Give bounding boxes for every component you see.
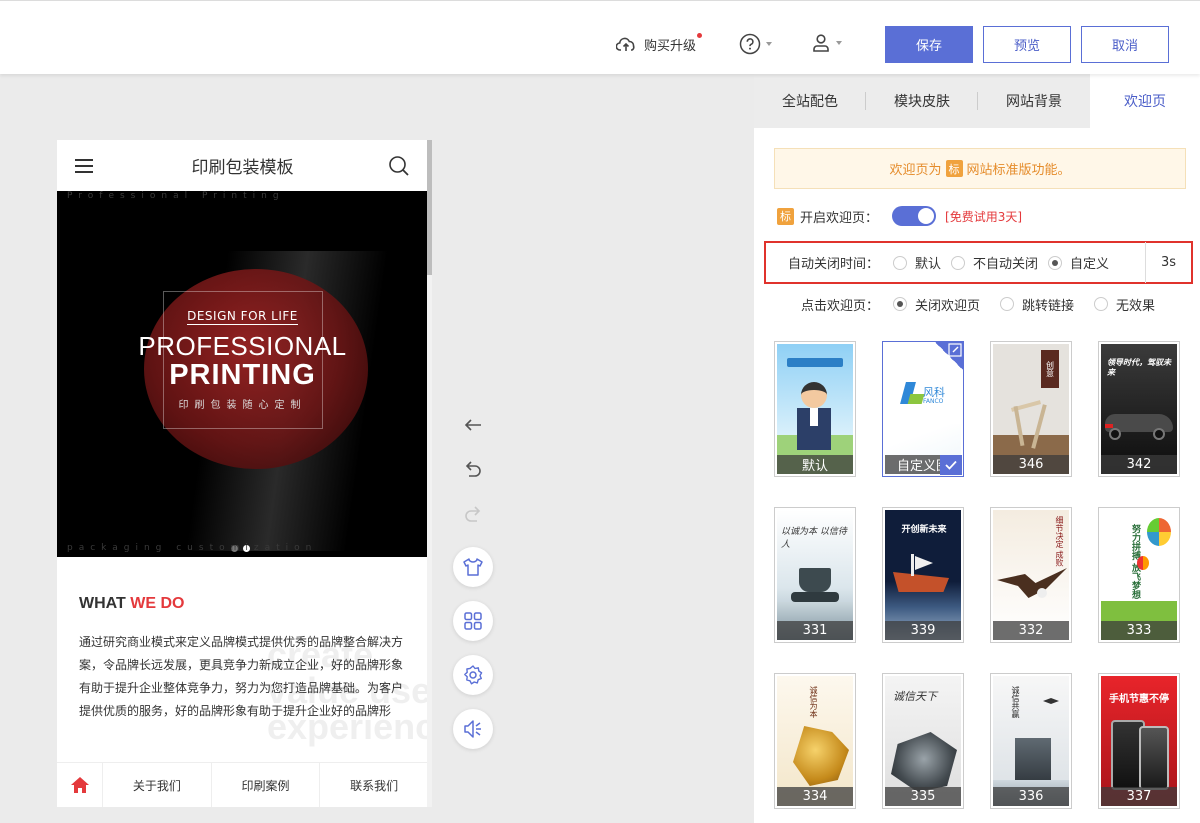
banner-line2: PROFESSIONAL — [138, 331, 347, 361]
settings-panel: 全站配色 模块皮肤 网站背景 欢迎页 欢迎页为 标 网站标准版功能。 标 开启欢… — [754, 74, 1200, 823]
tab-module-skin[interactable]: 模块皮肤 — [866, 74, 978, 128]
banner[interactable]: Professional Printing DESIGN FOR LIFE PR… — [57, 191, 428, 557]
help-menu[interactable] — [739, 33, 772, 55]
click-action-label: 点击欢迎页： — [801, 298, 880, 314]
welcome-toggle[interactable] — [892, 206, 937, 226]
check-icon — [940, 455, 962, 475]
feature-notice: 欢迎页为 标 网站标准版功能。 — [774, 148, 1186, 189]
template-caption: 346 — [993, 455, 1069, 474]
tab-site-background[interactable]: 网站背景 — [978, 74, 1090, 128]
chevron-down-icon — [836, 41, 842, 45]
template-caption: 339 — [885, 621, 961, 640]
upgrade-label: 购买升级 — [644, 38, 697, 54]
help-icon — [739, 33, 761, 55]
template-card[interactable]: 细节决定 成败 332 — [990, 507, 1072, 643]
user-menu[interactable] — [811, 33, 842, 53]
nav-contact[interactable]: 联系我们 — [320, 763, 428, 807]
radio-click-close[interactable]: 关闭欢迎页 — [893, 295, 980, 314]
standard-badge-icon: 标 — [777, 207, 794, 225]
welcome-toggle-row: 标 开启欢迎页： [免费试用3天] — [777, 204, 1022, 228]
auto-close-label: 自动关闭时间： — [788, 257, 880, 272]
preview-button[interactable]: 预览 — [983, 26, 1071, 63]
template-card[interactable]: 领导时代，驾驭未来 342 — [1098, 341, 1180, 477]
phone-bottom-nav: 关于我们 印刷案例 联系我们 — [57, 762, 428, 807]
phone-header: 印刷包装模板 — [57, 140, 428, 191]
click-action-row: 点击欢迎页： 关闭欢迎页 跳转链接 无效果 — [801, 293, 1175, 315]
search-icon[interactable] — [388, 155, 410, 177]
template-caption: 333 — [1101, 621, 1177, 640]
top-bar: 购买升级 保存 预览 取消 — [0, 0, 1200, 74]
about-heading: WHAT WE DO — [79, 595, 185, 612]
tab-site-colors[interactable]: 全站配色 — [754, 74, 866, 128]
banner-line4: 印刷包装随心定制 — [178, 400, 307, 411]
speaker-icon — [464, 720, 481, 738]
about-body: 通过研究商业模式来定义品牌模式提供优秀的品牌整合解决方案，令品牌长远发展，更具竞… — [79, 635, 404, 718]
template-card[interactable]: 诚信共赢 336 — [990, 673, 1072, 809]
template-caption: 337 — [1101, 787, 1177, 806]
template-caption: 334 — [777, 787, 853, 806]
template-caption: 332 — [993, 621, 1069, 640]
standard-badge-icon: 标 — [945, 160, 963, 177]
phone-preview: 印刷包装模板 Professional Printing DESIGN FOR … — [57, 140, 428, 807]
upgrade-button[interactable]: 购买升级 — [616, 32, 703, 56]
radio-click-none[interactable]: 无效果 — [1094, 295, 1155, 314]
save-button[interactable]: 保存 — [885, 26, 973, 63]
user-icon — [813, 34, 829, 52]
auto-close-row: 自动关闭时间： 默认 不自动关闭 自定义 3s — [764, 241, 1193, 284]
banner-strip-bottom: packaging customization — [67, 543, 318, 553]
grid-icon — [464, 612, 482, 630]
radio-close-default[interactable]: 默认 — [893, 253, 941, 272]
banner-line1: DESIGN FOR LIFE — [187, 309, 298, 325]
panel-tabs: 全站配色 模块皮肤 网站背景 欢迎页 — [754, 74, 1200, 128]
trial-link[interactable]: [免费试用3天] — [945, 208, 1022, 225]
pencil-icon — [948, 343, 962, 357]
banner-strip-top: Professional Printing — [67, 191, 285, 201]
template-card[interactable]: 以诚为本 以信待人 331 — [774, 507, 856, 643]
edit-template-button[interactable] — [934, 341, 964, 371]
radio-close-custom[interactable]: 自定义 — [1048, 253, 1109, 272]
shirt-icon — [463, 558, 483, 576]
template-card[interactable]: 努力拼搏 放飞梦想 333 — [1098, 507, 1180, 643]
template-caption: 默认 — [777, 455, 853, 474]
radio-close-never[interactable]: 不自动关闭 — [951, 253, 1038, 272]
tab-welcome-page[interactable]: 欢迎页 — [1090, 74, 1200, 128]
undo-icon[interactable] — [463, 461, 483, 479]
home-icon — [70, 777, 89, 793]
cloud-upload-icon — [616, 37, 635, 51]
gear-icon — [464, 665, 483, 685]
template-card[interactable]: 手机节惠不停 337 — [1098, 673, 1180, 809]
menu-icon[interactable] — [75, 159, 93, 177]
about-section: WHAT WE DO createvalue userexperience 通过… — [57, 557, 428, 762]
phone-title: 印刷包装模板 — [191, 158, 294, 178]
template-card[interactable]: 开创新未来 339 — [882, 507, 964, 643]
home-nav-button[interactable] — [57, 763, 103, 807]
template-card[interactable]: 默认 — [774, 341, 856, 477]
template-card-custom[interactable]: 风科 FANCO 自定义图 — [882, 341, 964, 477]
template-card[interactable]: 诚信为本 334 — [774, 673, 856, 809]
phone-scrollbar[interactable] — [427, 140, 432, 807]
nav-cases[interactable]: 印刷案例 — [212, 763, 321, 807]
template-caption: 331 — [777, 621, 853, 640]
theme-tool-button[interactable] — [453, 547, 493, 587]
nav-about[interactable]: 关于我们 — [103, 763, 212, 807]
back-arrow-icon[interactable] — [463, 418, 483, 432]
cancel-button[interactable]: 取消 — [1081, 26, 1169, 63]
radio-click-link[interactable]: 跳转链接 — [1000, 295, 1074, 314]
redo-icon[interactable] — [463, 506, 483, 524]
open-welcome-label: 开启欢迎页： — [800, 210, 879, 226]
close-seconds-input[interactable]: 3s — [1145, 242, 1191, 283]
modules-tool-button[interactable] — [453, 601, 493, 641]
template-card[interactable]: 诚信天下 335 — [882, 673, 964, 809]
settings-tool-button[interactable] — [453, 655, 493, 695]
notification-dot — [697, 33, 703, 38]
template-caption: 336 — [993, 787, 1069, 806]
template-card[interactable]: 创意 346 — [990, 341, 1072, 477]
audio-tool-button[interactable] — [453, 709, 493, 749]
chevron-down-icon — [766, 42, 772, 46]
template-caption: 342 — [1101, 455, 1177, 474]
banner-line3: PRINTING — [169, 359, 316, 391]
template-caption: 335 — [885, 787, 961, 806]
